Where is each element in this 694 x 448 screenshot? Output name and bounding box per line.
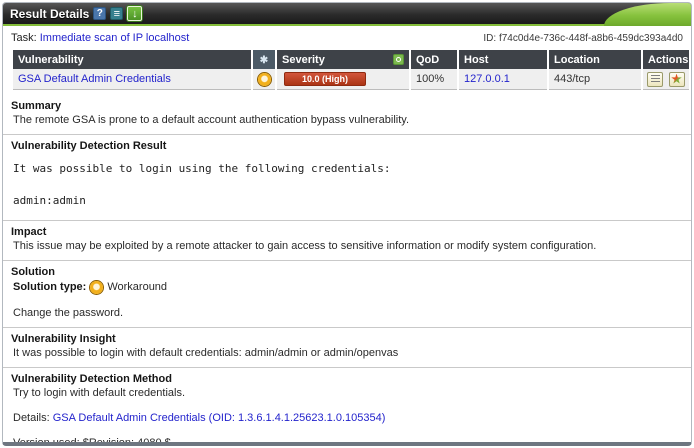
summary-text: The remote GSA is prone to a default acc… <box>11 113 683 127</box>
workaround-icon <box>90 281 103 294</box>
workaround-icon <box>258 73 271 86</box>
task-label: Task: <box>11 32 37 44</box>
severity-badge: 10.0 (High) <box>284 72 366 86</box>
column-header-severity: Severity <box>277 50 409 69</box>
solution-type-line: Solution type: Workaround <box>11 279 683 295</box>
severity-header-label: Severity <box>282 54 325 66</box>
qod-value: 100% <box>411 69 457 90</box>
impact-text: This issue may be exploited by a remote … <box>11 239 683 253</box>
nvt-details-link[interactable]: GSA Default Admin Credentials (OID: 1.3.… <box>53 412 386 424</box>
add-override-icon[interactable] <box>669 72 685 87</box>
section-detection-method: Vulnerability Detection Method Try to lo… <box>3 367 691 446</box>
solution-type-label: Solution type: <box>13 279 86 295</box>
solution-type-icon: ✱ <box>260 55 268 66</box>
host-link[interactable]: 127.0.0.1 <box>464 73 510 85</box>
list-icon[interactable]: ≡ <box>110 7 123 20</box>
dynamic-severity-icon[interactable] <box>393 54 404 65</box>
titlebar: Result Details ? ≡ ↓ <box>3 3 691 26</box>
vulnerability-link[interactable]: GSA Default Admin Credentials <box>18 73 171 85</box>
version-used-text: Version used: $Revision: 4080 $ <box>11 436 683 446</box>
id-value: f74c0d4e-736c-448f-a8b6-459dc393a4d0 <box>499 33 683 44</box>
result-table: Vulnerability ✱ Severity QoD Host Locati… <box>11 50 691 90</box>
detection-method-text: Try to login with default credentials. <box>11 386 683 400</box>
section-detection-result: Vulnerability Detection Result It was po… <box>3 134 691 220</box>
impact-heading: Impact <box>11 225 683 239</box>
table-header-row: Vulnerability ✱ Severity QoD Host Locati… <box>13 50 689 69</box>
insight-heading: Vulnerability Insight <box>11 332 683 346</box>
id-label: ID: <box>483 33 496 44</box>
page-title: Result Details <box>10 7 89 21</box>
note-lines-glyph <box>651 75 660 83</box>
add-note-icon[interactable] <box>647 72 663 87</box>
details-label: Details: <box>13 412 50 424</box>
help-icon[interactable]: ? <box>93 7 106 20</box>
task-link[interactable]: Immediate scan of IP localhost <box>40 32 190 44</box>
detection-result-output: It was possible to login using the follo… <box>13 161 683 209</box>
summary-heading: Summary <box>11 99 683 113</box>
column-header-vulnerability: Vulnerability <box>13 50 251 69</box>
solution-heading: Solution <box>11 265 683 279</box>
solution-type-value: Workaround <box>107 279 167 295</box>
task-row: Task: Immediate scan of IP localhost ID:… <box>3 26 691 48</box>
details-line: Details: GSA Default Admin Credentials (… <box>11 411 683 425</box>
detection-result-heading: Vulnerability Detection Result <box>11 139 683 153</box>
titlebar-swoosh <box>604 3 692 26</box>
section-impact: Impact This issue may be exploited by a … <box>3 220 691 260</box>
column-header-location: Location <box>549 50 641 69</box>
result-id: ID: f74c0d4e-736c-448f-a8b6-459dc393a4d0 <box>483 33 683 44</box>
insight-text: It was possible to login with default cr… <box>11 346 683 360</box>
detail-sections: Summary The remote GSA is prone to a def… <box>3 95 691 446</box>
location-value: 443/tcp <box>549 69 641 90</box>
column-header-solution-type: ✱ <box>253 50 275 69</box>
export-icon[interactable]: ↓ <box>127 6 142 21</box>
task-line: Task: Immediate scan of IP localhost <box>11 32 189 44</box>
result-row: GSA Default Admin Credentials 10.0 (High… <box>13 69 689 90</box>
detection-method-heading: Vulnerability Detection Method <box>11 372 683 386</box>
section-solution: Solution Solution type: Workaround Chang… <box>3 260 691 327</box>
override-star-glyph <box>671 74 682 85</box>
section-summary: Summary The remote GSA is prone to a def… <box>3 95 691 134</box>
result-details-window: Result Details ? ≡ ↓ Task: Immediate sca… <box>2 2 692 446</box>
section-insight: Vulnerability Insight It was possible to… <box>3 327 691 367</box>
column-header-actions: Actions <box>643 50 689 69</box>
column-header-qod: QoD <box>411 50 457 69</box>
column-header-host: Host <box>459 50 547 69</box>
solution-text: Change the password. <box>11 306 683 320</box>
